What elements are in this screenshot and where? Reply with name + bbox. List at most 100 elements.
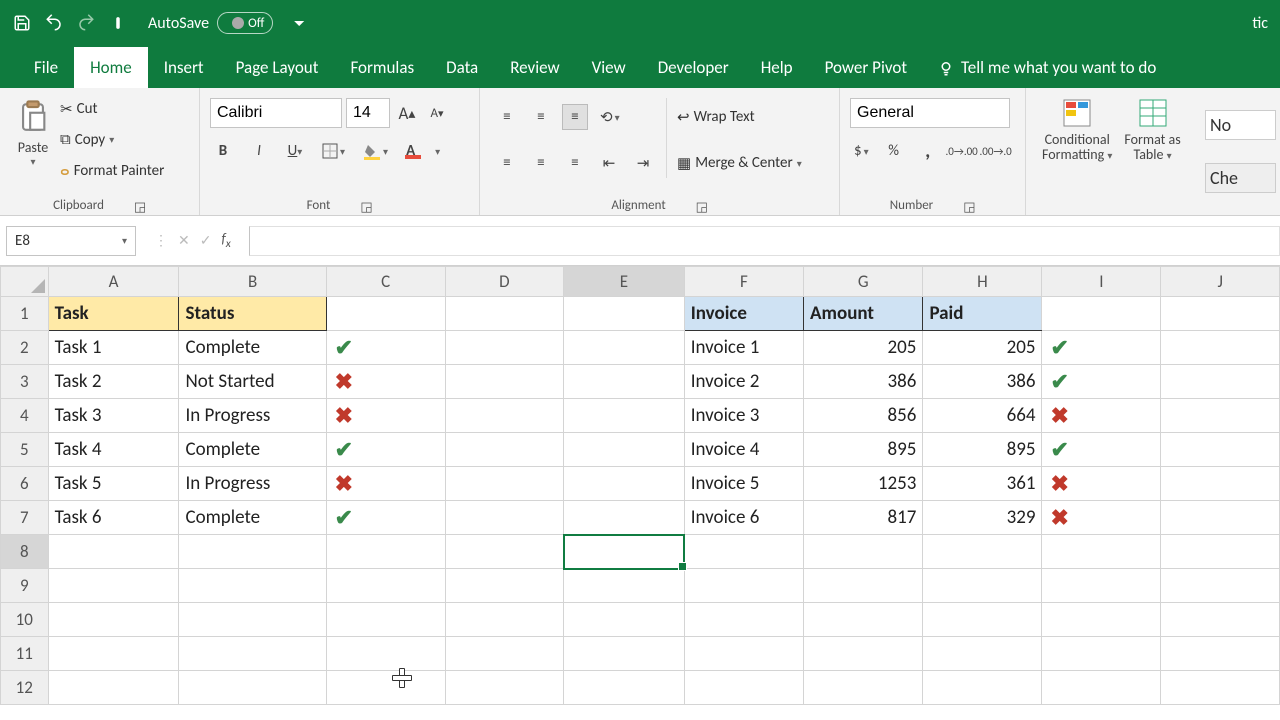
cell-I1[interactable] xyxy=(1042,297,1161,331)
cell-E12[interactable] xyxy=(564,671,685,705)
row-header-11[interactable]: 11 xyxy=(1,637,49,671)
increase-decimal-icon[interactable]: .0→.00 xyxy=(949,138,975,164)
cell-B4[interactable]: In Progress xyxy=(179,399,326,433)
font-size-select[interactable] xyxy=(346,98,390,128)
cell-F12[interactable] xyxy=(684,671,803,705)
merge-center-button[interactable]: ▦Merge & Center ▾ xyxy=(677,148,802,178)
cell-I9[interactable] xyxy=(1042,569,1161,603)
cell-F5[interactable]: Invoice 4 xyxy=(684,433,803,467)
cell-F8[interactable] xyxy=(684,535,803,569)
cell-C9[interactable] xyxy=(326,569,445,603)
cell-A9[interactable] xyxy=(48,569,179,603)
cell-A11[interactable] xyxy=(48,637,179,671)
row-header-4[interactable]: 4 xyxy=(1,399,49,433)
cell-I4[interactable]: ✖ xyxy=(1042,399,1161,433)
cell-G4[interactable]: 856 xyxy=(804,399,923,433)
row-header-7[interactable]: 7 xyxy=(1,501,49,535)
grow-font-icon[interactable]: A▴ xyxy=(394,100,420,126)
tab-review[interactable]: Review xyxy=(494,47,575,88)
cell-G5[interactable]: 895 xyxy=(804,433,923,467)
cell-G3[interactable]: 386 xyxy=(804,365,923,399)
cell-G8[interactable] xyxy=(804,535,923,569)
cell-F9[interactable] xyxy=(684,569,803,603)
cell-D4[interactable] xyxy=(445,399,564,433)
conditional-formatting-button[interactable]: ConditionalFormatting ▾ xyxy=(1036,94,1118,165)
orientation-button[interactable]: ⟲▾ xyxy=(596,104,624,130)
tab-view[interactable]: View xyxy=(576,47,642,88)
cell-G2[interactable]: 205 xyxy=(804,331,923,365)
cell-H8[interactable] xyxy=(923,535,1042,569)
cell-I2[interactable]: ✔ xyxy=(1042,331,1161,365)
cell-E5[interactable] xyxy=(564,433,685,467)
cell-B10[interactable] xyxy=(179,603,326,637)
percent-format-icon[interactable]: % xyxy=(881,138,907,164)
cell-F6[interactable]: Invoice 5 xyxy=(684,467,803,501)
cell-H2[interactable]: 205 xyxy=(923,331,1042,365)
increase-indent-icon[interactable]: ⇥ xyxy=(630,150,656,176)
tab-insert[interactable]: Insert xyxy=(148,47,220,88)
cell-H5[interactable]: 895 xyxy=(923,433,1042,467)
row-header-2[interactable]: 2 xyxy=(1,331,49,365)
cell-B2[interactable]: Complete xyxy=(179,331,326,365)
cell-D2[interactable] xyxy=(445,331,564,365)
cell-H3[interactable]: 386 xyxy=(923,365,1042,399)
cell-A3[interactable]: Task 2 xyxy=(48,365,179,399)
cell-E4[interactable] xyxy=(564,399,685,433)
cell-G6[interactable]: 1253 xyxy=(804,467,923,501)
cell-F3[interactable]: Invoice 2 xyxy=(684,365,803,399)
cell-I5[interactable]: ✔ xyxy=(1042,433,1161,467)
cell-F2[interactable]: Invoice 1 xyxy=(684,331,803,365)
font-color-button[interactable]: A▾ xyxy=(402,138,444,164)
wrap-text-button[interactable]: ↩Wrap Text xyxy=(677,102,802,132)
cancel-formula-icon[interactable]: ✕ xyxy=(178,232,190,249)
cell-styles-fragment[interactable]: No xyxy=(1205,110,1276,140)
cell-A5[interactable]: Task 4 xyxy=(48,433,179,467)
comma-format-icon[interactable]: , xyxy=(915,138,941,164)
align-right-icon[interactable]: ≡ xyxy=(562,150,588,176)
dialog-launcher-icon[interactable]: ◲ xyxy=(696,200,708,212)
format-painter-button[interactable]: ⴰFormat Painter xyxy=(60,156,164,186)
cell-E2[interactable] xyxy=(564,331,685,365)
cell-H7[interactable]: 329 xyxy=(923,501,1042,535)
paste-button[interactable]: Paste ▾ xyxy=(10,94,56,170)
cell-A10[interactable] xyxy=(48,603,179,637)
cell-F11[interactable] xyxy=(684,637,803,671)
formula-input[interactable] xyxy=(249,226,1280,256)
cell-G7[interactable]: 817 xyxy=(804,501,923,535)
cell-J1[interactable] xyxy=(1161,297,1280,331)
cell-J6[interactable] xyxy=(1161,467,1280,501)
cell-C10[interactable] xyxy=(326,603,445,637)
cell-J5[interactable] xyxy=(1161,433,1280,467)
cell-J3[interactable] xyxy=(1161,365,1280,399)
cell-J8[interactable] xyxy=(1161,535,1280,569)
bold-button[interactable]: B xyxy=(210,138,236,164)
cell-H1[interactable]: Paid xyxy=(923,297,1042,331)
cell-A7[interactable]: Task 6 xyxy=(48,501,179,535)
cell-B8[interactable] xyxy=(179,535,326,569)
cell-I11[interactable] xyxy=(1042,637,1161,671)
align-left-icon[interactable]: ≡ xyxy=(494,150,520,176)
cell-C5[interactable]: ✔ xyxy=(326,433,445,467)
tab-file[interactable]: File xyxy=(18,47,74,88)
cell-E9[interactable] xyxy=(564,569,685,603)
cell-J9[interactable] xyxy=(1161,569,1280,603)
column-header-A[interactable]: A xyxy=(48,267,179,297)
cell-E1[interactable] xyxy=(564,297,685,331)
tab-developer[interactable]: Developer xyxy=(642,47,745,88)
borders-button[interactable]: ▾ xyxy=(318,138,349,164)
cell-D9[interactable] xyxy=(445,569,564,603)
tab-help[interactable]: Help xyxy=(745,47,809,88)
name-box[interactable]: E8▾ xyxy=(6,226,136,256)
cell-E6[interactable] xyxy=(564,467,685,501)
cell-I6[interactable]: ✖ xyxy=(1042,467,1161,501)
cell-B6[interactable]: In Progress xyxy=(179,467,326,501)
cell-D7[interactable] xyxy=(445,501,564,535)
align-middle-icon[interactable]: ≡ xyxy=(528,104,554,130)
cell-D6[interactable] xyxy=(445,467,564,501)
cell-D10[interactable] xyxy=(445,603,564,637)
cell-styles-fragment2[interactable]: Che xyxy=(1205,163,1276,193)
column-header-G[interactable]: G xyxy=(804,267,923,297)
cell-J4[interactable] xyxy=(1161,399,1280,433)
cell-B12[interactable] xyxy=(179,671,326,705)
cell-H12[interactable] xyxy=(923,671,1042,705)
